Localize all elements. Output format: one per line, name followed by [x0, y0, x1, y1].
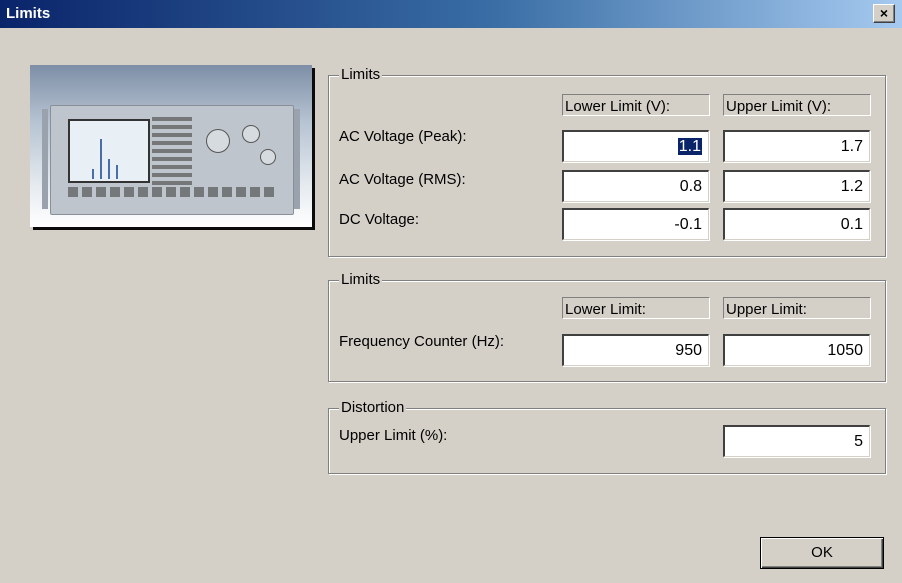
window-title: Limits [6, 5, 51, 22]
ac-peak-label: AC Voltage (Peak): [339, 128, 467, 145]
device-screen [68, 119, 150, 183]
dc-upper-input[interactable]: 0.1 [723, 208, 870, 240]
frequency-upper-input[interactable]: 1050 [723, 334, 870, 366]
dc-voltage-label: DC Voltage: [339, 211, 420, 228]
group-legend: Limits [339, 66, 383, 83]
distortion-upper-label: Upper Limit (%): [339, 427, 448, 444]
device-image [30, 65, 312, 227]
dc-lower-input[interactable]: -0.1 [562, 208, 709, 240]
device-knob [260, 149, 276, 165]
group-legend: Limits [339, 271, 383, 288]
frequency-limits-group: Limits [328, 271, 886, 382]
ac-peak-lower-input[interactable]: 1.1 [562, 130, 709, 162]
ac-rms-label: AC Voltage (RMS): [339, 171, 466, 188]
device-peak [116, 165, 118, 179]
lower-limit-v-header: Lower Limit (V): [562, 94, 710, 116]
device-handle-right [294, 109, 300, 209]
ac-rms-lower-input[interactable]: 0.8 [562, 170, 709, 202]
close-button[interactable]: × [873, 4, 895, 23]
upper-limit-header: Upper Limit: [723, 297, 871, 319]
frequency-lower-input[interactable]: 950 [562, 334, 709, 366]
ok-button[interactable]: OK [760, 537, 884, 569]
device-connectors [68, 187, 278, 197]
device-knob [242, 125, 260, 143]
title-bar[interactable]: Limits × [0, 0, 902, 28]
distortion-upper-input[interactable]: 5 [723, 425, 870, 457]
device-keypad [152, 117, 192, 187]
frequency-counter-label: Frequency Counter (Hz): [339, 333, 505, 350]
ac-rms-upper-input[interactable]: 1.2 [723, 170, 870, 202]
ac-peak-upper-input[interactable]: 1.7 [723, 130, 870, 162]
close-icon: × [879, 5, 889, 21]
device-peak [108, 159, 110, 179]
device-peak [92, 169, 94, 179]
ac-peak-lower-value: 1.1 [677, 138, 702, 155]
lower-limit-header: Lower Limit: [562, 297, 710, 319]
device-peak [100, 139, 102, 179]
group-legend: Distortion [339, 399, 407, 416]
device-knob [206, 129, 230, 153]
device-handle-left [42, 109, 48, 209]
upper-limit-v-header: Upper Limit (V): [723, 94, 871, 116]
